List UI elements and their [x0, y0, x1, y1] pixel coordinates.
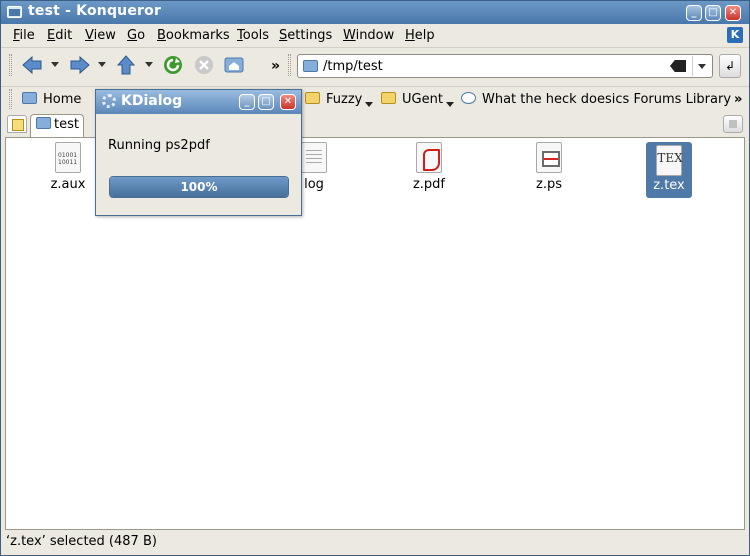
close-button[interactable]: ✕ [725, 5, 741, 21]
binary-file-icon [55, 142, 81, 173]
bookmarks-more-button[interactable]: » [734, 92, 742, 107]
clear-location-icon[interactable] [670, 60, 686, 72]
menu-window[interactable]: Window [343, 28, 394, 43]
forward-history-dropdown[interactable] [98, 62, 106, 67]
web-page-icon [461, 92, 476, 104]
kde-logo-icon[interactable]: K [727, 27, 743, 43]
status-bar: ‘z.tex’ selected (487 B) [6, 534, 157, 549]
minimize-button[interactable]: _ [686, 5, 702, 21]
pdf-file-icon [416, 142, 442, 173]
toolbar-more-button[interactable]: » [271, 58, 280, 74]
menu-settings[interactable]: Settings [279, 28, 332, 43]
menu-bookmarks[interactable]: Bookmarks [157, 28, 230, 43]
back-history-dropdown[interactable] [51, 62, 59, 67]
window-titlebar[interactable]: test - Konqueror _ □ ✕ [1, 1, 749, 24]
menubar: File Edit View Go Bookmarks Tools Settin… [1, 24, 749, 46]
location-input[interactable] [323, 57, 653, 75]
reload-icon[interactable] [162, 54, 184, 76]
progress-label: 100% [180, 180, 218, 194]
konqueror-window: test - Konqueror _ □ ✕ File Edit View Go… [0, 0, 750, 556]
folder-icon [36, 117, 51, 129]
menu-go[interactable]: Go [127, 28, 145, 43]
bookmark-folder-icon [305, 92, 320, 104]
menu-tools[interactable]: Tools [237, 28, 269, 43]
bookmark-fuzzy[interactable]: Fuzzy [305, 92, 374, 107]
bookmark-home[interactable]: Home [22, 92, 81, 107]
file-item[interactable]: z.ps [524, 142, 574, 192]
file-item[interactable]: z.aux [43, 142, 93, 192]
dialog-titlebar[interactable]: KDialog _ □ ✕ [96, 90, 301, 114]
menu-edit[interactable]: Edit [47, 28, 72, 43]
menu-view[interactable]: View [85, 28, 116, 43]
folder-icon [303, 60, 318, 72]
bookmark-library[interactable]: What the heck doesics Forums Library [461, 92, 731, 107]
up-dropdown[interactable] [145, 62, 153, 67]
window-icon [7, 6, 22, 18]
up-arrow-icon[interactable] [115, 54, 137, 76]
dialog-message: Running ps2pdf [108, 138, 210, 153]
go-button[interactable]: ↲ [719, 54, 741, 78]
progress-bar: 100% [109, 176, 289, 198]
gear-icon [102, 94, 116, 108]
new-tab-button[interactable] [7, 115, 27, 133]
tab-test[interactable]: test [30, 114, 84, 137]
back-arrow-icon[interactable] [21, 54, 43, 76]
close-tab-button[interactable] [723, 115, 743, 133]
menu-help[interactable]: Help [405, 28, 435, 43]
toolbar-grip[interactable] [9, 54, 12, 76]
location-bar[interactable] [297, 54, 713, 78]
location-dropdown[interactable] [692, 56, 710, 76]
bookmark-folder-icon [381, 92, 396, 104]
bookmark-ugent[interactable]: UGent [381, 92, 454, 107]
postscript-file-icon [536, 142, 562, 173]
dialog-maximize-button[interactable]: □ [258, 94, 274, 110]
maximize-button[interactable]: □ [705, 5, 721, 21]
kdialog-window: KDialog _ □ ✕ Running ps2pdf 100% [95, 89, 302, 216]
dialog-close-button[interactable]: ✕ [280, 94, 296, 110]
home-icon[interactable] [223, 54, 245, 76]
text-file-icon [301, 142, 327, 173]
tex-file-icon [656, 145, 683, 176]
home-folder-icon [22, 92, 37, 104]
file-item-selected[interactable]: z.tex [646, 142, 692, 198]
dialog-minimize-button[interactable]: _ [239, 94, 255, 110]
forward-arrow-icon[interactable] [69, 54, 91, 76]
file-item[interactable]: z.pdf [404, 142, 454, 192]
location-grip[interactable] [288, 54, 291, 76]
stop-icon[interactable] [193, 54, 215, 76]
window-title: test - Konqueror [28, 3, 162, 19]
dialog-title: KDialog [121, 93, 183, 109]
menu-file[interactable]: File [13, 28, 35, 43]
bookmark-grip[interactable] [9, 89, 12, 109]
